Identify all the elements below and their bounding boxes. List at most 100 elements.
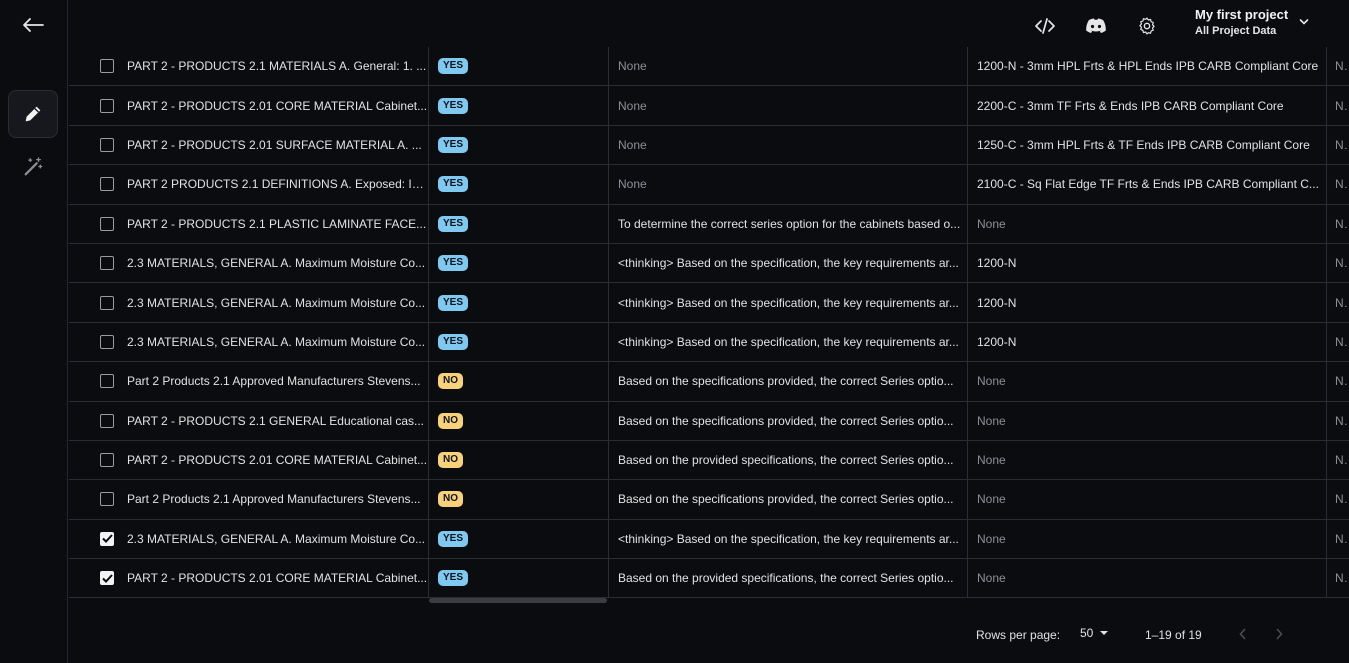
spec-text-cell[interactable]: 2.3 MATERIALS, GENERAL A. Maximum Moistu… <box>119 322 429 362</box>
match-cell[interactable]: YES <box>429 165 609 204</box>
spec-text-cell[interactable]: PART 2 PRODUCTS 2.1 DEFINITIONS A. Expos… <box>119 165 429 204</box>
extra-cell[interactable]: No <box>1327 283 1349 321</box>
series-cell[interactable]: 2100-C - Sq Flat Edge TF Frts & Ends IPB… <box>968 165 1327 204</box>
row-checkbox[interactable] <box>100 256 114 271</box>
reasoning-cell[interactable]: Based on the specifications provided, th… <box>609 480 968 519</box>
reasoning-cell[interactable]: To determine the correct series option f… <box>609 204 968 243</box>
row-checkbox[interactable] <box>100 295 114 310</box>
match-cell[interactable]: NO <box>429 401 609 440</box>
match-cell[interactable]: YES <box>429 125 609 165</box>
reasoning-cell[interactable]: <thinking> Based on the specification, t… <box>609 283 968 322</box>
reasoning-cell[interactable]: None <box>609 47 968 86</box>
table-row[interactable]: PART 2 - PRODUCTS 2.01 SURFACE MATERIAL … <box>69 125 1349 166</box>
reasoning-cell[interactable]: Based on the specifications provided, th… <box>609 401 968 440</box>
reasoning-cell[interactable]: <thinking> Based on the specification, t… <box>609 519 968 559</box>
match-cell[interactable]: YES <box>429 204 609 243</box>
series-cell[interactable]: None <box>968 440 1327 480</box>
reasoning-cell[interactable]: Based on the provided specifications, th… <box>609 440 968 480</box>
row-checkbox[interactable] <box>100 98 114 113</box>
reasoning-cell[interactable]: Based on the specifications provided, th… <box>609 362 968 401</box>
code-icon[interactable] <box>1030 11 1060 41</box>
spec-text-cell[interactable]: PART 2 - PRODUCTS 2.01 CORE MATERIAL Cab… <box>119 440 429 480</box>
match-cell[interactable]: YES <box>429 559 609 598</box>
extra-cell[interactable]: No <box>1327 441 1349 479</box>
row-checkbox[interactable] <box>100 177 114 192</box>
table-row[interactable]: PART 2 - PRODUCTS 2.01 CORE MATERIAL Cab… <box>69 559 1349 599</box>
reasoning-cell[interactable]: Based on the provided specifications, th… <box>609 559 968 598</box>
reasoning-cell[interactable]: <thinking> Based on the specification, t… <box>609 322 968 362</box>
edit-pencil-button[interactable] <box>8 90 58 138</box>
row-checkbox[interactable] <box>100 334 114 349</box>
reasoning-cell[interactable]: None <box>609 125 968 165</box>
match-cell[interactable]: NO <box>429 362 609 401</box>
reasoning-cell[interactable]: <thinking> Based on the specification, t… <box>609 243 968 283</box>
extra-cell[interactable]: No <box>1327 205 1349 243</box>
project-selector[interactable]: My first project All Project Data <box>1195 7 1325 45</box>
extra-cell[interactable]: No <box>1327 47 1349 85</box>
discord-icon[interactable] <box>1081 11 1111 41</box>
row-checkbox[interactable] <box>100 571 114 586</box>
series-cell[interactable]: 1250-C - 3mm HPL Frts & TF Ends IPB CARB… <box>968 125 1327 165</box>
spec-text-cell[interactable]: PART 2 - PRODUCTS 2.1 GENERAL Educationa… <box>119 401 429 440</box>
extra-cell[interactable]: No <box>1327 244 1349 282</box>
table-row[interactable]: PART 2 - PRODUCTS 2.1 MATERIALS A. Gener… <box>69 47 1349 87</box>
table-row[interactable]: 2.3 MATERIALS, GENERAL A. Maximum Moistu… <box>69 283 1349 323</box>
extra-cell[interactable]: No <box>1327 165 1349 203</box>
spec-text-cell[interactable]: PART 2 - PRODUCTS 2.1 MATERIALS A. Gener… <box>119 47 429 86</box>
extra-cell[interactable]: No <box>1327 86 1349 124</box>
table-row[interactable]: 2.3 MATERIALS, GENERAL A. Maximum Moistu… <box>69 243 1349 284</box>
series-cell[interactable]: None <box>968 362 1327 401</box>
series-cell[interactable]: None <box>968 204 1327 243</box>
row-checkbox[interactable] <box>100 492 114 507</box>
row-checkbox[interactable] <box>100 531 114 546</box>
extra-cell[interactable]: No <box>1327 520 1349 558</box>
extra-cell[interactable]: No <box>1327 402 1349 440</box>
match-cell[interactable]: YES <box>429 519 609 559</box>
table-row[interactable]: PART 2 - PRODUCTS 2.1 GENERAL Educationa… <box>69 401 1349 441</box>
match-cell[interactable]: YES <box>429 322 609 362</box>
match-cell[interactable]: YES <box>429 243 609 283</box>
spec-text-cell[interactable]: PART 2 - PRODUCTS 2.1 PLASTIC LAMINATE F… <box>119 204 429 243</box>
row-checkbox[interactable] <box>100 453 114 468</box>
spec-text-cell[interactable]: 2.3 MATERIALS, GENERAL A. Maximum Moistu… <box>119 283 429 322</box>
extra-cell[interactable]: No <box>1327 323 1349 361</box>
table-row[interactable]: 2.3 MATERIALS, GENERAL A. Maximum Moistu… <box>69 322 1349 363</box>
extra-cell[interactable]: No <box>1327 559 1349 597</box>
row-checkbox[interactable] <box>100 374 114 389</box>
magic-wand-button[interactable] <box>8 143 58 191</box>
extra-cell[interactable]: No <box>1327 126 1349 164</box>
prev-page-button[interactable] <box>1233 624 1253 644</box>
spec-text-cell[interactable]: PART 2 - PRODUCTS 2.01 CORE MATERIAL Cab… <box>119 86 429 125</box>
row-checkbox[interactable] <box>100 413 114 428</box>
series-cell[interactable]: 1200-N <box>968 283 1327 322</box>
rows-per-page-select[interactable]: 50 <box>1080 626 1109 640</box>
horizontal-scrollbar[interactable] <box>429 598 607 603</box>
reasoning-cell[interactable]: None <box>609 165 968 204</box>
table-row[interactable]: 2.3 MATERIALS, GENERAL A. Maximum Moistu… <box>69 519 1349 560</box>
extra-cell[interactable]: No <box>1327 362 1349 400</box>
series-cell[interactable]: None <box>968 480 1327 519</box>
table-row[interactable]: PART 2 PRODUCTS 2.1 DEFINITIONS A. Expos… <box>69 165 1349 205</box>
series-cell[interactable]: 1200-N - 3mm HPL Frts & HPL Ends IPB CAR… <box>968 47 1327 86</box>
table-row[interactable]: PART 2 - PRODUCTS 2.01 CORE MATERIAL Cab… <box>69 86 1349 126</box>
match-cell[interactable]: YES <box>429 86 609 125</box>
table-row[interactable]: PART 2 - PRODUCTS 2.1 PLASTIC LAMINATE F… <box>69 204 1349 244</box>
gear-icon[interactable] <box>1132 11 1162 41</box>
extra-cell[interactable]: No <box>1327 480 1349 518</box>
table-row[interactable]: Part 2 Products 2.1 Approved Manufacture… <box>69 362 1349 402</box>
table-row[interactable]: Part 2 Products 2.1 Approved Manufacture… <box>69 480 1349 520</box>
row-checkbox[interactable] <box>100 137 114 152</box>
match-cell[interactable]: NO <box>429 440 609 480</box>
match-cell[interactable]: NO <box>429 480 609 519</box>
spec-text-cell[interactable]: Part 2 Products 2.1 Approved Manufacture… <box>119 362 429 401</box>
match-cell[interactable]: YES <box>429 47 609 86</box>
series-cell[interactable]: None <box>968 519 1327 559</box>
next-page-button[interactable] <box>1269 624 1289 644</box>
spec-text-cell[interactable]: PART 2 - PRODUCTS 2.01 SURFACE MATERIAL … <box>119 125 429 165</box>
back-arrow-icon[interactable] <box>18 12 48 38</box>
spec-text-cell[interactable]: Part 2 Products 2.1 Approved Manufacture… <box>119 480 429 519</box>
series-cell[interactable]: None <box>968 401 1327 440</box>
spec-text-cell[interactable]: 2.3 MATERIALS, GENERAL A. Maximum Moistu… <box>119 243 429 283</box>
series-cell[interactable]: None <box>968 559 1327 598</box>
row-checkbox[interactable] <box>100 216 114 231</box>
